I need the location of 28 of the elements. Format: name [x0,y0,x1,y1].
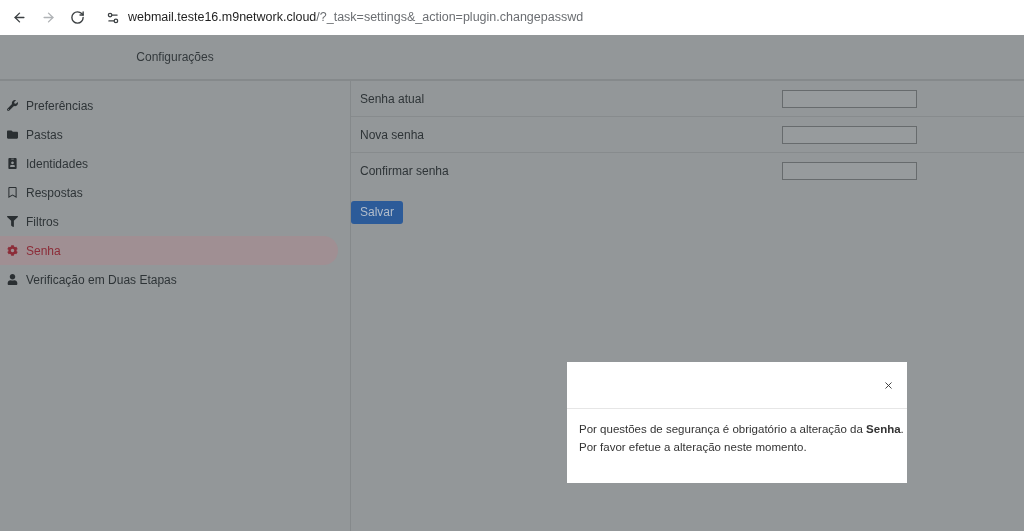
id-badge-icon [7,158,18,169]
field-label: Confirmar senha [359,163,450,180]
forward-arrow-icon [41,10,56,25]
page-title: Configurações [136,49,214,66]
close-icon [882,379,894,391]
password-field[interactable] [782,125,917,144]
sidebar-item[interactable]: Identidades [0,149,338,178]
reload-icon [70,10,85,25]
sidebar-item[interactable]: Preferências [0,91,338,120]
sidebar-item[interactable]: Filtros [0,207,338,236]
sidebar-item[interactable]: Senha [0,236,338,265]
filter-icon [7,216,18,227]
field-label: Senha atual [359,90,426,108]
password-field[interactable] [782,162,917,180]
url-text: webmail.teste16.m9network.cloud/?_task=settings&_action=plugin.changepasswd [128,9,584,27]
sidebar-item[interactable]: Pastas [0,120,338,149]
save-button[interactable]: Salvar [351,200,403,224]
settings-icon [7,245,18,256]
field-label: Nova senha [359,126,426,144]
folder-icon [7,129,18,140]
dialog-message: Por questões de segurança é obrigatório a alteração da Senha. Por favor efetue a alteração neste momento. [578,422,905,455]
wrench-icon [7,100,18,111]
bookmark-icon [7,187,18,198]
sidebar-item[interactable]: Respostas [0,178,338,207]
person-icon [7,274,18,285]
sidebar-item[interactable]: Verificação em Duas Etapas [0,265,338,294]
sliders-icon[interactable] [106,10,120,25]
password-field[interactable] [782,89,917,108]
